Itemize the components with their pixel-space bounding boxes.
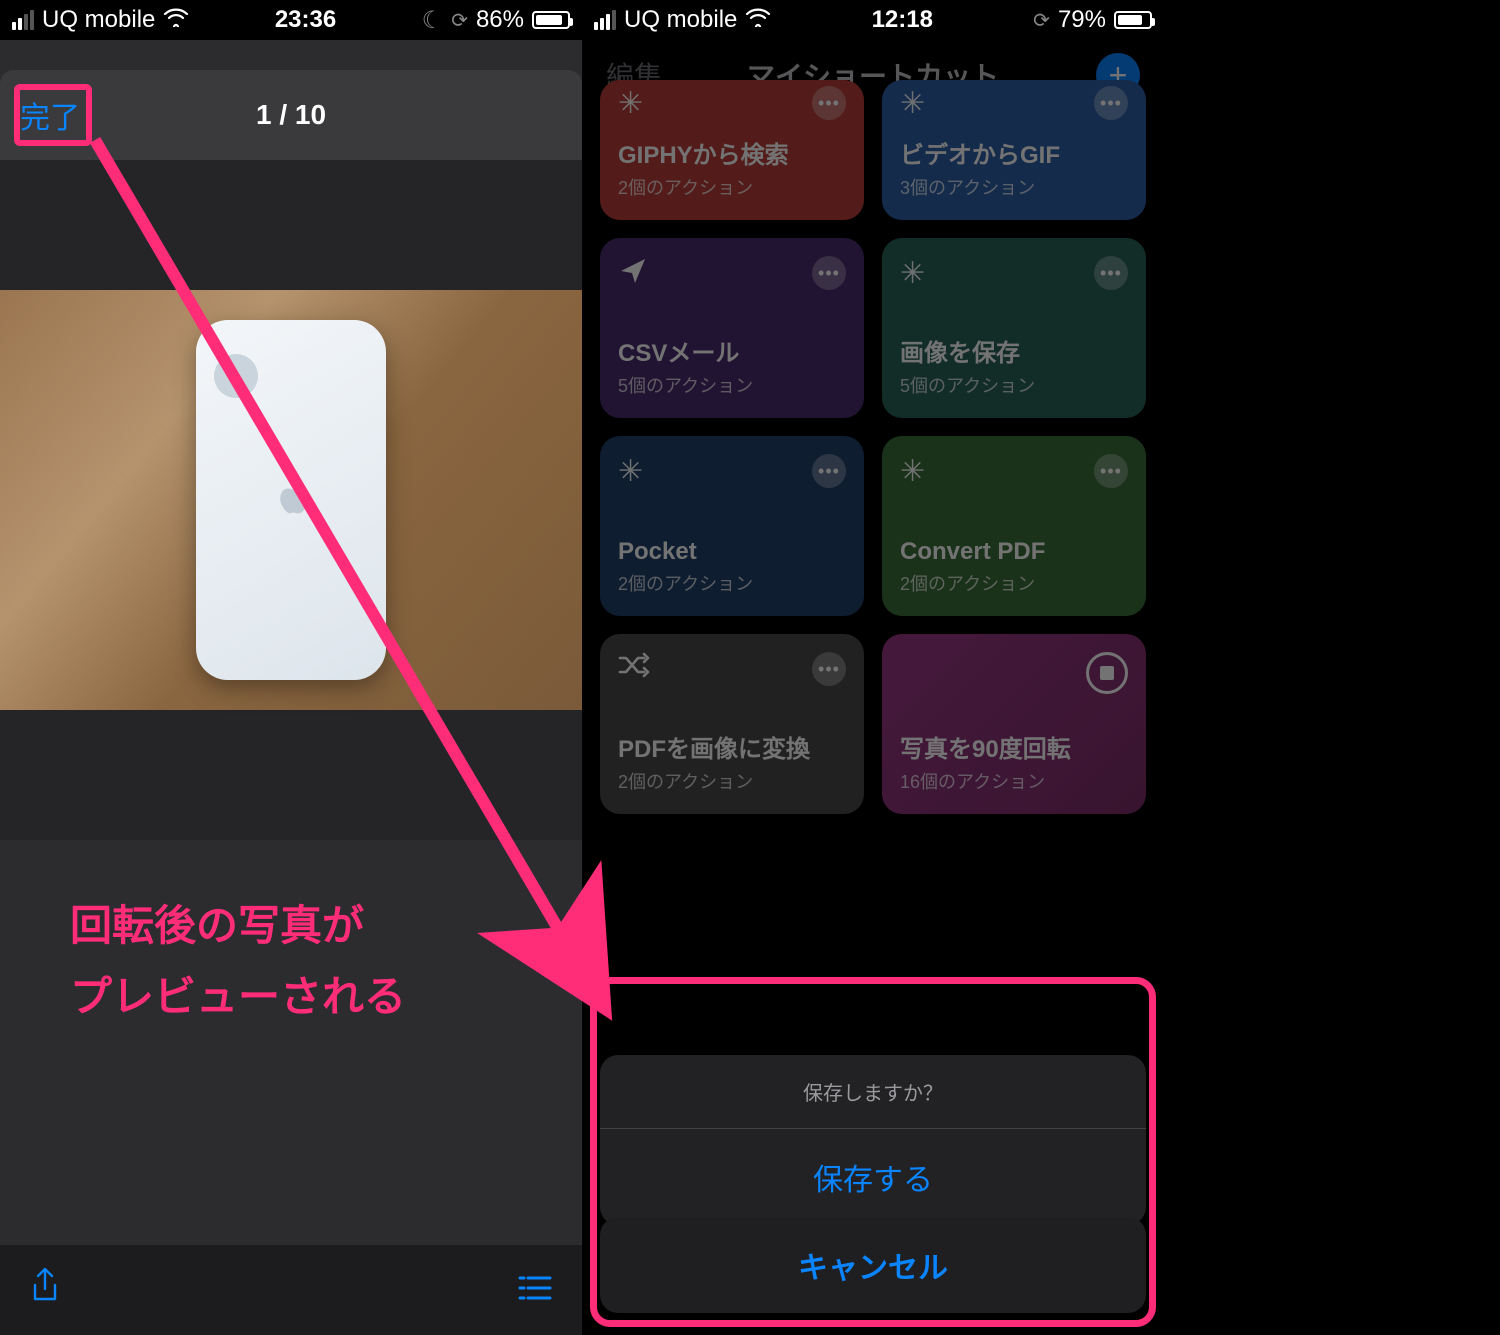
apple-logo-icon [276, 478, 306, 523]
preview-header: 完了 1 / 10 [0, 70, 582, 160]
wifi-icon [163, 6, 189, 34]
signal-icon [594, 10, 616, 30]
status-bar-left: UQ mobile 23:36 ☾ ⟳ 86% [0, 0, 582, 40]
list-icon[interactable] [518, 1271, 552, 1310]
battery-icon [1114, 11, 1152, 29]
lock-rotation-icon: ⟳ [1033, 8, 1050, 33]
cancel-button[interactable]: キャンセル [600, 1217, 1146, 1313]
status-time: 23:36 [275, 6, 336, 34]
sheet-title: 保存しますか？ [600, 1055, 1146, 1129]
status-time: 12:18 [872, 6, 933, 34]
wifi-icon [745, 6, 771, 34]
carrier-label: UQ mobile [42, 6, 155, 34]
preview-photo[interactable] [0, 290, 582, 710]
page-counter: 1 / 10 [256, 99, 326, 131]
preview-toolbar [0, 1245, 582, 1335]
caption-line-2: プレビューされる [70, 961, 512, 1032]
battery-icon [532, 11, 570, 29]
lock-rotation-icon: ⟳ [451, 8, 468, 33]
annotation-caption: 回転後の写真が プレビューされる [0, 840, 582, 1160]
battery-pct: 79% [1058, 6, 1106, 34]
carrier-label: UQ mobile [624, 6, 737, 34]
signal-icon [12, 10, 34, 30]
done-button[interactable]: 完了 [20, 93, 80, 137]
phone-case [196, 320, 386, 680]
action-sheet: 保存しますか？ 保存する [600, 1055, 1146, 1225]
save-button[interactable]: 保存する [600, 1129, 1146, 1225]
battery-pct: 86% [476, 6, 524, 34]
photo-preview-area [0, 160, 582, 840]
share-icon[interactable] [30, 1267, 60, 1314]
right-screen: UQ mobile 12:18 ⟳ 79% 編集 マイショートカット + ✳••… [582, 0, 1164, 1335]
status-bar-right: UQ mobile 12:18 ⟳ 79% [582, 0, 1164, 40]
left-screen: UQ mobile 23:36 ☾ ⟳ 86% 完了 1 / 10 [0, 0, 582, 1335]
caption-line-1: 回転後の写真が [70, 890, 512, 961]
moon-icon: ☾ [422, 6, 444, 35]
